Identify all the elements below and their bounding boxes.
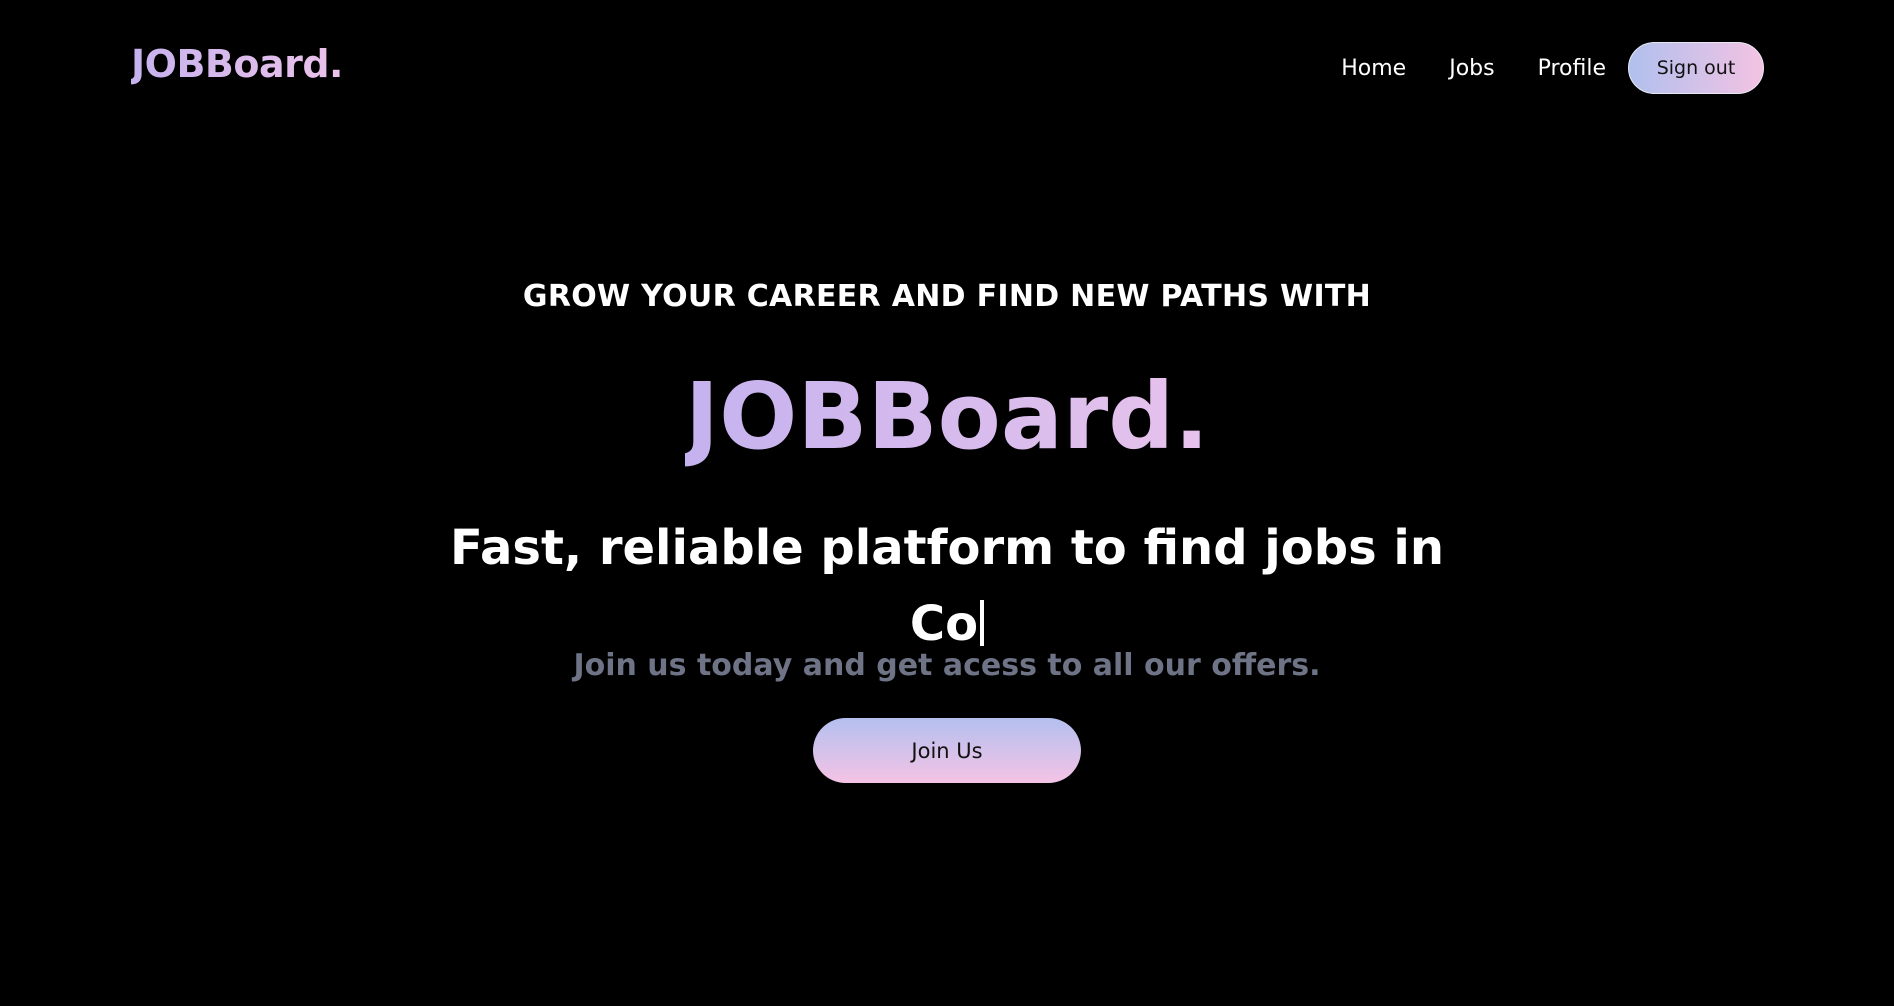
logo[interactable]: JOBBoard. — [131, 42, 344, 86]
sign-out-button[interactable]: Sign out — [1628, 42, 1764, 94]
nav-links: Home Jobs Profile Sign out — [1341, 42, 1764, 94]
hero-brand-title: JOBBoard. — [0, 362, 1894, 472]
page: JOBBoard. Home Jobs Profile Sign out GRO… — [0, 0, 1894, 1006]
hero-subheading: Fast, reliable platform to find jobs in … — [0, 510, 1894, 662]
join-description: Join us today and get acess to all our o… — [573, 648, 1321, 683]
text-cursor — [980, 600, 985, 646]
subhead-line: Fast, reliable platform to find jobs in — [450, 520, 1444, 576]
navbar: JOBBoard. Home Jobs Profile Sign out — [0, 0, 1894, 136]
typewriter-text: Co — [909, 596, 979, 652]
nav-link-jobs[interactable]: Jobs — [1449, 56, 1494, 81]
nav-link-home[interactable]: Home — [1341, 56, 1406, 81]
hero-brand-text: JOBBoard. — [684, 363, 1210, 470]
hero-tagline: GROW YOUR CAREER AND FIND NEW PATHS WITH — [522, 279, 1372, 314]
join-us-button[interactable]: Join Us — [813, 718, 1081, 783]
nav-link-profile[interactable]: Profile — [1538, 56, 1606, 81]
